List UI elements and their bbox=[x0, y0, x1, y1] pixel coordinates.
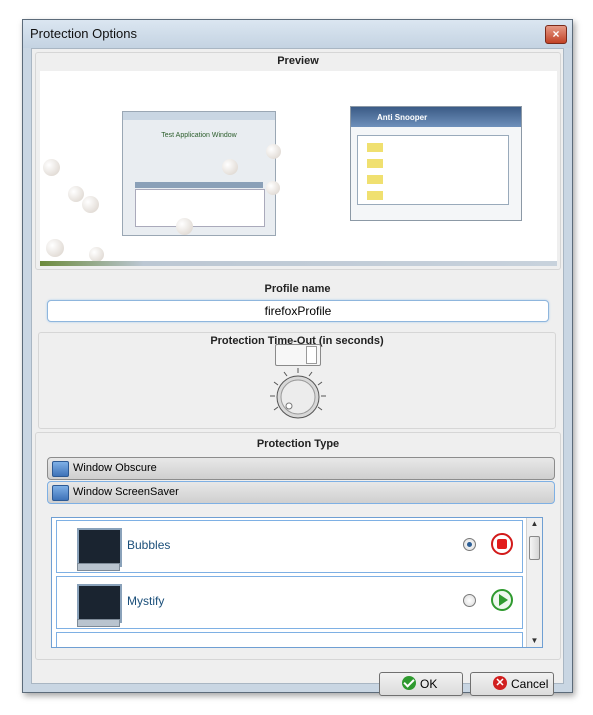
window-icon bbox=[52, 485, 69, 501]
screensaver-monitor-icon bbox=[77, 584, 122, 627]
cancel-label: Cancel bbox=[511, 677, 549, 691]
preview-image: Test Application Window Anti Snooper bbox=[40, 71, 557, 266]
preview-thumb-left: Test Application Window bbox=[122, 111, 276, 236]
bubble-decoration bbox=[82, 196, 99, 213]
list-item[interactable] bbox=[56, 632, 523, 647]
screensaver-monitor-icon bbox=[77, 528, 122, 571]
timeout-spin-button[interactable] bbox=[306, 346, 317, 364]
group-window-screensaver[interactable]: Window ScreenSaver bbox=[47, 481, 555, 504]
stop-icon[interactable] bbox=[491, 533, 513, 555]
bubble-decoration bbox=[266, 144, 281, 159]
select-radio[interactable] bbox=[463, 538, 476, 551]
screensaver-name: Mystify bbox=[127, 594, 165, 608]
window-title: Protection Options bbox=[30, 26, 137, 41]
preview-thumb-right-title: Anti Snooper bbox=[377, 113, 428, 122]
list-item-bubbles[interactable]: Bubbles bbox=[56, 520, 523, 573]
close-button[interactable]: × bbox=[545, 25, 567, 44]
dialog-body: Preview Test Application Window Anti Sno… bbox=[31, 48, 564, 696]
preview-label: Preview bbox=[277, 55, 319, 67]
bubble-decoration bbox=[43, 159, 60, 176]
list-item-mystify[interactable]: Mystify bbox=[56, 576, 523, 629]
bubble-decoration bbox=[222, 159, 238, 175]
group-label: Window ScreenSaver bbox=[73, 486, 179, 498]
protection-type-label: Protection Type bbox=[256, 438, 340, 450]
bubble-decoration bbox=[46, 239, 64, 257]
scroll-up-arrow-icon[interactable]: ▲ bbox=[527, 518, 542, 530]
group-window-obscure[interactable]: Window Obscure bbox=[47, 457, 555, 480]
preview-taskbar bbox=[40, 261, 557, 266]
ok-button[interactable]: OK bbox=[379, 672, 463, 696]
bubble-decoration bbox=[89, 247, 104, 262]
preview-section: Preview Test Application Window Anti Sno… bbox=[35, 52, 561, 270]
preview-thumb-right: Anti Snooper bbox=[350, 106, 522, 221]
window-icon bbox=[52, 461, 69, 477]
profile-name-label: Profile name bbox=[264, 283, 331, 295]
timeout-knob[interactable] bbox=[268, 366, 328, 426]
cancel-button[interactable]: ✕ Cancel bbox=[470, 672, 554, 696]
profile-name-input[interactable]: firefoxProfile bbox=[47, 300, 549, 322]
play-icon[interactable] bbox=[491, 589, 513, 611]
title-bar[interactable]: Protection Options × bbox=[23, 20, 572, 48]
ok-label: OK bbox=[420, 677, 438, 691]
preview-thumb-left-title: Test Application Window bbox=[161, 132, 237, 139]
cancel-x-icon: ✕ bbox=[493, 676, 507, 690]
scroll-thumb[interactable] bbox=[529, 536, 540, 560]
list-scrollbar[interactable]: ▲ ▼ bbox=[526, 518, 542, 647]
timeout-section: Protection Time-Out (in seconds) bbox=[38, 332, 556, 429]
scroll-down-arrow-icon[interactable]: ▼ bbox=[527, 635, 542, 647]
bubble-decoration bbox=[68, 186, 84, 202]
screensaver-list[interactable]: Bubbles Mystify ▲ ▼ bbox=[51, 517, 543, 648]
checkmark-icon bbox=[402, 676, 416, 690]
bubble-decoration bbox=[266, 181, 280, 195]
bubble-decoration bbox=[176, 218, 193, 235]
group-label: Window Obscure bbox=[73, 462, 157, 474]
select-radio[interactable] bbox=[463, 594, 476, 607]
protection-options-window: Protection Options × Preview Test Applic… bbox=[22, 19, 573, 696]
screensaver-name: Bubbles bbox=[127, 538, 171, 552]
